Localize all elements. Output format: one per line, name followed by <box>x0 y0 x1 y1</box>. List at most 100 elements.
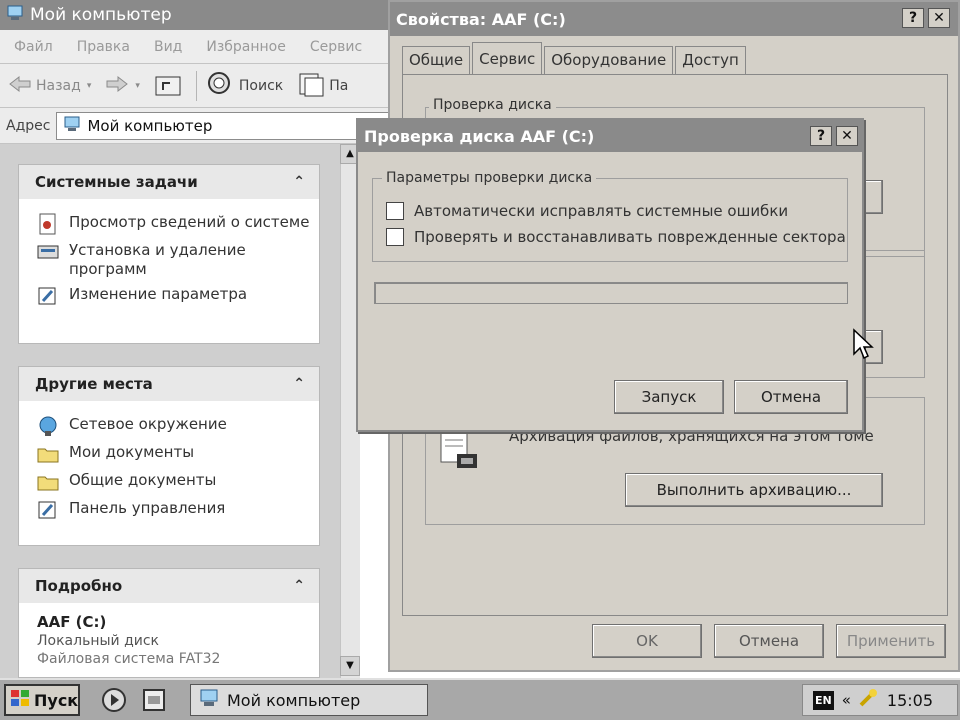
my-computer-titlebar[interactable]: Мой компьютер <box>0 0 390 30</box>
task-label: Просмотр сведений о системе <box>69 213 310 231</box>
start-check-button[interactable]: Запуск <box>614 380 724 414</box>
task-view-system-info[interactable]: Просмотр сведений о системе <box>19 209 319 237</box>
programs-icon <box>37 241 59 263</box>
mouse-cursor-icon <box>852 328 874 364</box>
menu-tools[interactable]: Сервис <box>310 39 362 55</box>
menu-bar: Файл Правка Вид Избранное Сервис <box>0 30 390 64</box>
other-places-header[interactable]: Другие места ⌃ <box>19 367 319 401</box>
collapse-icon[interactable]: ⌃ <box>293 174 305 190</box>
tab-sharing[interactable]: Доступ <box>675 46 746 74</box>
tab-strip: Общие Сервис Оборудование Доступ <box>402 42 748 76</box>
place-my-documents[interactable]: Мои документы <box>19 439 319 467</box>
cancel-button[interactable]: Отмена <box>714 624 824 658</box>
details-header[interactable]: Подробно ⌃ <box>19 569 319 603</box>
task-change-setting[interactable]: Изменение параметра <box>19 281 319 309</box>
network-icon <box>37 415 59 437</box>
auto-fix-checkbox[interactable] <box>386 202 404 220</box>
tray-icon[interactable] <box>857 687 879 713</box>
back-label: Назад <box>36 77 81 94</box>
system-tasks-box: Системные задачи ⌃ Просмотр сведений о с… <box>18 164 320 344</box>
place-label: Общие документы <box>69 471 217 489</box>
toolbar: Назад ▾ ▾ Поиск Па <box>0 64 390 108</box>
check-disk-dialog: Проверка диска AAF (C:) ? ✕ Параметры пр… <box>356 118 864 432</box>
system-tasks-title: Системные задачи <box>35 173 198 191</box>
folder-icon <box>37 471 59 493</box>
apply-button[interactable]: Применить <box>836 624 946 658</box>
start-button[interactable]: Пуск <box>4 684 80 716</box>
taskbar: Пуск Мой компьютер EN « 15:05 <box>0 678 960 720</box>
windows-flag-icon <box>10 689 30 711</box>
computer-icon <box>199 688 219 712</box>
folders-button[interactable]: Па <box>297 70 348 102</box>
close-button[interactable]: ✕ <box>836 126 858 146</box>
scroll-down-button[interactable]: ▼ <box>340 656 360 676</box>
toolbar-separator <box>195 70 197 101</box>
back-button[interactable]: Назад ▾ <box>8 74 91 98</box>
taskbar-my-computer[interactable]: Мой компьютер <box>190 684 428 716</box>
menu-file[interactable]: Файл <box>14 39 53 55</box>
ok-button[interactable]: OK <box>592 624 702 658</box>
drive-type: Локальный диск <box>37 633 160 649</box>
control-icon <box>37 499 59 521</box>
place-network[interactable]: Сетевое окружение <box>19 411 319 439</box>
check-disk-label: Проверка диска <box>429 97 556 113</box>
task-label: Изменение параметра <box>69 285 248 303</box>
media-player-icon[interactable] <box>100 686 128 714</box>
check-disk-titlebar[interactable]: Проверка диска AAF (C:) <box>358 120 862 152</box>
place-label: Мои документы <box>69 443 195 461</box>
place-label: Панель управления <box>69 499 226 517</box>
collapse-icon[interactable]: ⌃ <box>293 578 305 594</box>
cancel-check-button[interactable]: Отмена <box>734 380 848 414</box>
auto-fix-option[interactable]: Автоматически исправлять системные ошибк… <box>386 202 788 220</box>
menu-edit[interactable]: Правка <box>77 39 130 55</box>
menu-view[interactable]: Вид <box>154 39 182 55</box>
check-options-label: Параметры проверки диска <box>382 170 597 186</box>
collapse-icon[interactable]: ⌃ <box>293 376 305 392</box>
drive-filesystem: Файловая система FAT32 <box>37 651 221 665</box>
tab-tools[interactable]: Сервис <box>472 42 543 74</box>
address-field[interactable]: Мой компьютер <box>56 111 390 140</box>
properties-title: Свойства: AAF (C:) <box>396 9 566 29</box>
folders-icon <box>297 70 325 102</box>
scan-sectors-label: Проверять и восстанавливать поврежденные… <box>414 228 846 246</box>
auto-fix-label: Автоматически исправлять системные ошибк… <box>414 202 789 220</box>
backup-now-button[interactable]: Выполнить архивацию... <box>625 473 883 507</box>
progress-bar <box>374 282 848 304</box>
place-label: Сетевое окружение <box>69 415 227 433</box>
forward-arrow-icon <box>105 74 129 98</box>
place-shared-documents[interactable]: Общие документы <box>19 467 319 495</box>
help-button[interactable]: ? <box>902 8 924 28</box>
scan-sectors-checkbox[interactable] <box>386 228 404 246</box>
search-label: Поиск <box>238 77 284 94</box>
task-pane: Системные задачи ⌃ Просмотр сведений о с… <box>0 144 340 678</box>
place-control-panel[interactable]: Панель управления <box>19 495 319 523</box>
tab-hardware[interactable]: Оборудование <box>544 46 674 74</box>
scan-sectors-option[interactable]: Проверять и восстанавливать поврежденные… <box>386 228 846 246</box>
up-folder-button[interactable] <box>154 71 182 101</box>
system-tasks-header[interactable]: Системные задачи ⌃ <box>19 165 319 199</box>
info-icon <box>37 213 59 235</box>
address-value: Мой компьютер <box>87 116 213 135</box>
tab-general[interactable]: Общие <box>402 46 471 74</box>
tray-chevron[interactable]: « <box>842 691 851 709</box>
search-button[interactable]: Поиск <box>205 69 283 103</box>
task-label: Установка и удаление программ <box>69 241 246 278</box>
folders-label: Па <box>329 77 349 94</box>
forward-button[interactable]: ▾ <box>105 74 140 98</box>
desktop-icon[interactable] <box>140 686 168 714</box>
other-places-title: Другие места <box>35 375 153 393</box>
close-button[interactable]: ✕ <box>928 8 950 28</box>
task-add-remove-programs[interactable]: Установка и удаление программ <box>19 237 319 281</box>
drive-name: AAF (C:) <box>37 613 107 631</box>
back-arrow-icon <box>8 74 32 98</box>
system-tray: EN « 15:05 <box>802 684 958 716</box>
menu-favorites[interactable]: Избранное <box>206 39 286 55</box>
clock: 15:05 <box>886 690 934 710</box>
details-box: Подробно ⌃ AAF (C:) Локальный диск Файло… <box>18 568 320 678</box>
search-icon <box>205 69 235 103</box>
other-places-box: Другие места ⌃ Сетевое окружение Мои док… <box>18 366 320 546</box>
properties-titlebar[interactable]: Свойства: AAF (C:) <box>390 2 958 36</box>
language-indicator[interactable]: EN <box>813 690 834 710</box>
check-options-group <box>372 178 848 262</box>
help-button[interactable]: ? <box>810 126 832 146</box>
